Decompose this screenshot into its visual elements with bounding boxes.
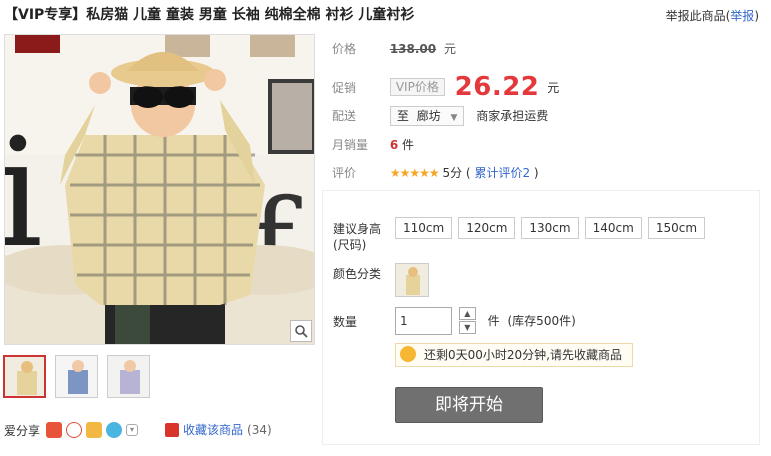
promo-row: 促销 VIP价格 26.22 元 [332,72,559,102]
sku-panel: 建议身高 (尺码) 110cm 120cm 130cm 140cm 150cm 颜色分类… [322,190,760,445]
report-suffix: ) [754,9,759,23]
favorite-link[interactable]: 收藏该商品 [183,421,243,438]
product-title: 【VIP专享】私房猫 儿童 童装 男童 长袖 纯棉全棉 衬衫 儿童衬衫 [4,7,415,23]
magnifier-icon [295,325,308,338]
destination-select[interactable]: 至 廊坊 ▼ [389,106,465,126]
tencent-weibo-icon[interactable] [106,422,123,438]
quantity-control: ▲ ▼ 件 (库存500件) [395,307,576,335]
shipping-note: 商家承担运费 [476,109,549,123]
quantity-stepper: ▲ ▼ [458,307,476,334]
thumbnail-3[interactable] [107,355,150,398]
report-link[interactable]: 举报 [730,9,754,23]
star-icon[interactable] [86,422,103,438]
countdown-text: 还剩0天00小时20分钟,请先收藏商品 [424,348,622,362]
thumbnail-strip [3,355,150,398]
price-row: 价格 138.00 元 [332,40,456,57]
coming-soon-button[interactable]: 即将开始 [395,387,543,423]
thumbnail-2[interactable] [55,355,98,398]
reviews-close: ) [533,166,539,180]
quantity-input[interactable] [395,307,452,335]
chevron-down-icon: ▼ [450,113,458,123]
sales-row: 月销量 6 件 [332,136,414,153]
main-product-photo[interactable]: i f [4,34,315,345]
size-option-110[interactable]: 110cm [395,217,453,239]
share-label: 爱分享 [4,423,41,438]
thumbnail-image [56,356,97,397]
sales-unit: 件 [402,138,415,152]
thumbnail-image [5,357,44,396]
shipping-label: 配送 [332,109,357,123]
product-photo-image: i f [5,35,314,344]
title-row: 【VIP专享】私房猫 儿童 童装 男童 长袖 纯棉全棉 衬衫 儿童衬衫 举报此商… [4,4,767,24]
sales-count: 6 [389,138,399,152]
vip-price-tag: VIP价格 [389,78,445,96]
report-item: 举报此商品(举报) [666,7,759,24]
size-label-group: 建议身高 (尺码) [333,221,397,253]
size-label-2: (尺码) [333,238,367,252]
rating-row: 评价 ★★★★★ 5分 ( 累计评价2 ) [332,164,539,181]
lightbulb-icon [400,346,416,362]
favorite-icon [165,422,179,437]
color-swatch-image [396,264,428,296]
rating-stars: ★★★★★ [389,166,440,180]
reviews-open: ( [465,166,471,180]
original-price: 138.00 [389,42,437,56]
promo-label: 促销 [332,80,357,95]
destination-city: 廊坊 [416,109,441,123]
share-row: 爱分享 ▾ [4,421,139,439]
size-options: 110cm 120cm 130cm 140cm 150cm [395,217,711,239]
countdown-tip: 还剩0天00小时20分钟,请先收藏商品 [395,343,633,367]
quantity-label: 数量 [333,315,358,329]
size-option-150[interactable]: 150cm [647,217,706,239]
increase-button[interactable]: ▲ [458,307,476,320]
price-unit: 元 [443,42,456,56]
reviews-link[interactable]: 累计评价2 [474,166,530,180]
zoom-button[interactable] [290,320,312,342]
favorite-item[interactable]: 收藏该商品 (34) [165,421,272,438]
size-option-120[interactable]: 120cm [458,217,516,239]
color-label: 颜色分类 [333,267,382,281]
promo-unit: 元 [547,80,560,95]
size-label: 建议身高 [333,222,382,236]
promo-price: 26.22 [454,72,540,102]
color-option-1[interactable] [395,263,429,297]
stock-text: (库存500件) [507,314,576,328]
destination-prefix: 至 [396,109,409,123]
thumbnail-image [108,356,149,397]
qzone-icon[interactable] [46,422,63,438]
stock-unit: 件 [487,314,500,328]
sales-label: 月销量 [332,138,369,152]
size-option-140[interactable]: 140cm [584,217,642,239]
price-label: 价格 [332,42,357,56]
more-dropdown-icon[interactable]: ▾ [126,424,139,436]
rating-label: 评价 [332,166,357,180]
size-option-130[interactable]: 130cm [521,217,579,239]
decrease-button[interactable]: ▼ [458,321,476,334]
report-prefix: 举报此商品( [665,9,731,23]
weibo-icon[interactable] [66,422,83,438]
rating-score: 5分 [442,166,463,180]
favorite-count: (34) [247,422,272,437]
thumbnail-1[interactable] [3,355,46,398]
shipping-row: 配送 至 廊坊 ▼ 商家承担运费 [332,106,548,126]
